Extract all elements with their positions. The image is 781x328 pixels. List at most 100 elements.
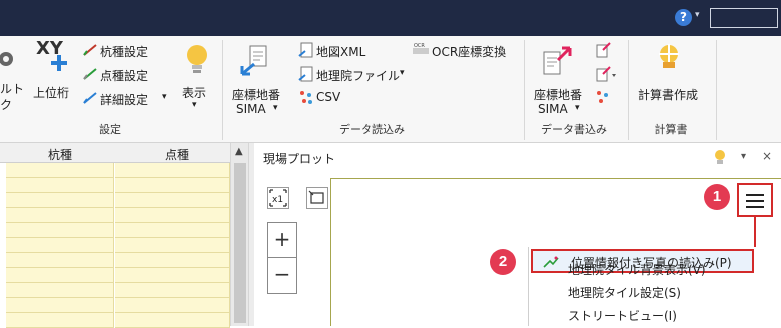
csv-button[interactable]: CSV bbox=[316, 90, 340, 104]
table-row[interactable] bbox=[6, 193, 114, 208]
lightbulb-icon bbox=[187, 45, 207, 73]
scale-x1-icon: x1 bbox=[269, 189, 287, 207]
grid-column-pile-type[interactable] bbox=[6, 163, 114, 328]
table-row[interactable] bbox=[115, 268, 230, 283]
plot-panel-title: 現場プロット bbox=[263, 152, 336, 166]
export-sima-label-2[interactable]: SIMA bbox=[538, 102, 568, 116]
gsi-file-icon bbox=[298, 66, 313, 82]
map-xml-icon bbox=[298, 42, 313, 58]
display-button[interactable]: 表示 bbox=[182, 84, 206, 101]
help-dropdown-caret[interactable]: ▾ bbox=[695, 10, 700, 20]
import-sima-label-2[interactable]: SIMA bbox=[236, 102, 266, 116]
calc-report-button[interactable]: 計算書作成 bbox=[638, 86, 698, 103]
import-arrow-icon bbox=[240, 45, 267, 76]
lightbulb-icon[interactable] bbox=[714, 149, 726, 167]
csv-icon bbox=[300, 91, 312, 104]
annotation-connector bbox=[754, 217, 756, 251]
menu-bar-line bbox=[746, 206, 764, 208]
export-sima-label-1[interactable]: 座標地番 bbox=[534, 86, 582, 103]
menu-bar-line bbox=[746, 200, 764, 202]
menu-item-gsi-tile-background[interactable]: 地理院タイル背景表示(V) bbox=[568, 261, 706, 278]
group-label-settings: 設定 bbox=[99, 123, 121, 136]
table-row[interactable] bbox=[6, 253, 114, 268]
grid-header-pile-type[interactable]: 杭種 bbox=[48, 146, 72, 163]
scrollbar-thumb[interactable] bbox=[234, 163, 246, 323]
table-row[interactable] bbox=[6, 163, 114, 178]
select-rect-icon bbox=[308, 190, 324, 204]
table-row[interactable] bbox=[6, 298, 114, 313]
group-label-export: データ書込み bbox=[541, 123, 607, 136]
gsi-file-button[interactable]: 地理院ファイル bbox=[316, 67, 400, 84]
table-row[interactable] bbox=[115, 298, 230, 313]
group-divider bbox=[524, 40, 525, 140]
grid-scrollbar[interactable]: ▲ bbox=[230, 143, 248, 326]
export-file-dropdown-icon[interactable] bbox=[595, 66, 617, 82]
table-row[interactable] bbox=[115, 253, 230, 268]
svg-text:OCR: OCR bbox=[414, 43, 425, 49]
grid-header-point-type[interactable]: 点種 bbox=[165, 146, 189, 163]
export-file-icon[interactable] bbox=[595, 42, 611, 58]
group-divider bbox=[716, 40, 717, 140]
import-sima-caret[interactable]: ▾ bbox=[273, 103, 278, 113]
close-icon[interactable]: × bbox=[762, 149, 772, 163]
ribbon: ルト ク XY 上位桁 杭種設定 点種設定 詳細設定 ▾ 表示 ▾ 設定 座標地… bbox=[0, 36, 781, 143]
table-row[interactable] bbox=[6, 283, 114, 298]
panel-menu-caret[interactable]: ▾ bbox=[741, 151, 746, 162]
table-row[interactable] bbox=[6, 268, 114, 283]
menu-item-street-view[interactable]: ストリートビュー(I) bbox=[568, 307, 677, 324]
export-arrow-icon bbox=[543, 46, 572, 75]
display-caret[interactable]: ▾ bbox=[192, 100, 197, 110]
plot-panel-header: 現場プロット ▾ × bbox=[254, 143, 781, 173]
table-row[interactable] bbox=[6, 208, 114, 223]
table-row[interactable] bbox=[115, 193, 230, 208]
table-row[interactable] bbox=[6, 238, 114, 253]
menu-item-gsi-tile-settings[interactable]: 地理院タイル設定(S) bbox=[568, 284, 681, 301]
ocr-icon: OCR bbox=[413, 43, 429, 54]
ocr-convert-button[interactable]: OCR座標変換 bbox=[432, 43, 506, 60]
step-badge-2: 2 bbox=[490, 249, 516, 275]
zoom-out-button[interactable]: − bbox=[268, 258, 296, 293]
map-xml-button[interactable]: 地図XML bbox=[316, 43, 365, 60]
table-row[interactable] bbox=[115, 163, 230, 178]
table-row[interactable] bbox=[6, 223, 114, 238]
pile-settings-icon bbox=[83, 44, 97, 56]
zoom-control: + − bbox=[267, 222, 297, 294]
detail-settings-caret[interactable]: ▾ bbox=[162, 92, 167, 102]
hamburger-menu-button[interactable] bbox=[737, 183, 773, 217]
plus-icon bbox=[51, 55, 67, 71]
grid-column-point-type[interactable] bbox=[115, 163, 230, 328]
group-label-calc: 計算書 bbox=[654, 123, 688, 136]
title-bar: ? ▾ bbox=[0, 0, 781, 36]
help-icon[interactable]: ? bbox=[675, 9, 692, 26]
scale-x1-label: x1 bbox=[272, 195, 283, 205]
top-search-box[interactable] bbox=[710, 8, 778, 28]
detail-settings-button[interactable]: 詳細設定 bbox=[100, 91, 148, 108]
point-grid: 杭種 点種 ▲ bbox=[0, 143, 248, 328]
photo-import-icon bbox=[543, 256, 559, 268]
scroll-up-arrow-icon[interactable]: ▲ bbox=[235, 146, 243, 157]
ribbon-partial-label-1[interactable]: ルト bbox=[0, 80, 24, 97]
menu-bar-line bbox=[746, 194, 764, 196]
table-row[interactable] bbox=[6, 178, 114, 193]
pile-settings-button[interactable]: 杭種設定 bbox=[100, 43, 148, 60]
calc-report-icon bbox=[659, 44, 679, 68]
point-settings-icon bbox=[83, 68, 97, 80]
gsi-file-caret[interactable]: ▾ bbox=[400, 68, 405, 78]
export-csv-icon[interactable] bbox=[595, 89, 611, 105]
table-row[interactable] bbox=[115, 223, 230, 238]
point-settings-button[interactable]: 点種設定 bbox=[100, 67, 148, 84]
table-row[interactable] bbox=[115, 178, 230, 193]
upper-digit-button[interactable]: 上位桁 bbox=[33, 84, 69, 101]
detail-settings-icon bbox=[83, 92, 97, 104]
scale-x1-button[interactable]: x1 bbox=[267, 187, 289, 209]
step-badge-1: 1 bbox=[704, 184, 730, 210]
ribbon-partial-label-2[interactable]: ク bbox=[0, 96, 12, 113]
select-tool-button[interactable] bbox=[306, 187, 328, 209]
table-row[interactable] bbox=[115, 283, 230, 298]
zoom-in-button[interactable]: + bbox=[268, 223, 296, 258]
grid-header: 杭種 点種 bbox=[0, 143, 230, 163]
import-sima-label-1[interactable]: 座標地番 bbox=[232, 86, 280, 103]
table-row[interactable] bbox=[115, 208, 230, 223]
export-sima-caret[interactable]: ▾ bbox=[575, 103, 580, 113]
table-row[interactable] bbox=[115, 238, 230, 253]
